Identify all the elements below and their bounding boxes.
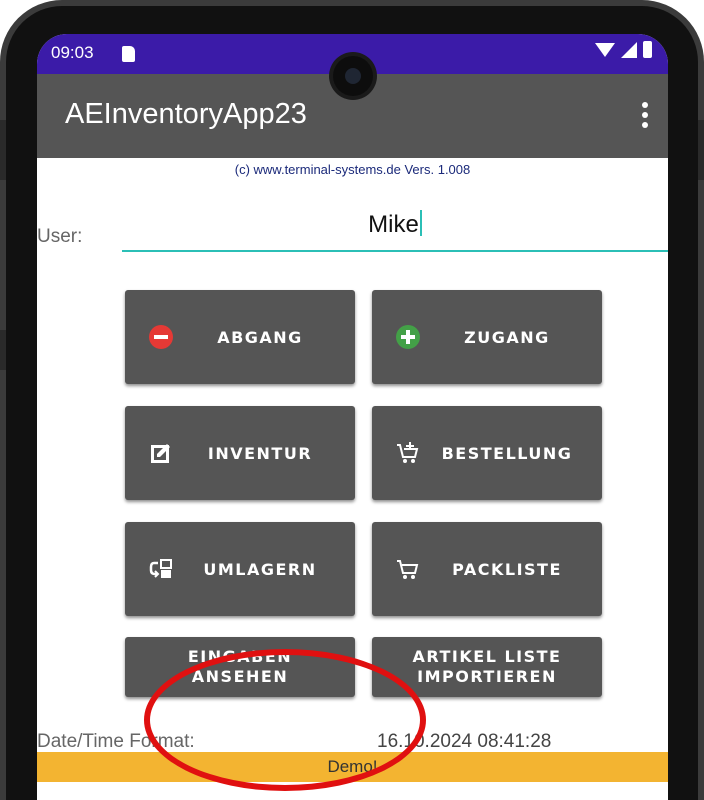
artikel-liste-label: ARTIKEL LISTE IMPORTIEREN [413, 647, 562, 687]
phone-side-button [0, 120, 6, 180]
wifi-icon [595, 42, 615, 57]
date-time-value: 16.10.2024 08:41:28 [377, 731, 552, 752]
umlagern-button[interactable]: UMLAGERN [125, 522, 355, 616]
bestellung-label: BESTELLUNG [441, 443, 573, 463]
plus-circle-icon [396, 325, 420, 349]
cart-icon [397, 560, 419, 579]
user-input[interactable]: Mike [122, 210, 668, 252]
zugang-label: ZUGANG [464, 327, 550, 347]
demo-banner: Demo! [37, 752, 668, 782]
front-camera [333, 56, 373, 96]
eingaben-ansehen-label: EINGABEN ANSEHEN [188, 647, 292, 687]
edit-icon [151, 444, 170, 463]
overflow-menu-icon[interactable] [642, 102, 648, 128]
abgang-label: ABGANG [217, 327, 303, 347]
abgang-button[interactable]: ABGANG [125, 290, 355, 384]
status-time: 09:03 [51, 43, 94, 62]
eingaben-label-line1: EINGABEN [187, 647, 293, 666]
app-title: AEInventoryApp23 [65, 98, 307, 130]
eingaben-label-line2: ANSEHEN [191, 667, 289, 686]
eingaben-ansehen-button[interactable]: EINGABEN ANSEHEN [125, 637, 355, 697]
bestellung-button[interactable]: BESTELLUNG [372, 406, 602, 500]
phone-screen: 09:03 AEInventoryApp23 (c) www.terminal-… [37, 34, 668, 800]
phone-side-button [0, 330, 6, 370]
user-label: User: [37, 226, 83, 247]
packliste-button[interactable]: PACKLISTE [372, 522, 602, 616]
battery-icon [643, 41, 652, 58]
zugang-button[interactable]: ZUGANG [372, 290, 602, 384]
status-icons [595, 41, 652, 58]
minus-circle-icon [149, 325, 173, 349]
inventur-label: INVENTUR [207, 443, 313, 463]
cart-add-icon [397, 442, 419, 463]
artikel-liste-importieren-button[interactable]: ARTIKEL LISTE IMPORTIEREN [372, 637, 602, 697]
date-time-format-label: Date/Time Format: [37, 731, 195, 752]
user-input-value: Mike [368, 211, 419, 238]
transfer-icon [149, 559, 172, 578]
artikel-label-line2: IMPORTIEREN [417, 667, 557, 686]
copyright-text: (c) www.terminal-systems.de Vers. 1.008 [234, 162, 471, 177]
packliste-label: PACKLISTE [452, 559, 562, 579]
umlagern-label: UMLAGERN [203, 559, 317, 579]
text-caret [419, 210, 422, 236]
sd-card-icon [122, 46, 135, 62]
phone-side-button [698, 120, 704, 180]
signal-icon [621, 41, 637, 58]
inventur-button[interactable]: INVENTUR [125, 406, 355, 500]
artikel-label-line1: ARTIKEL LISTE [412, 647, 562, 666]
